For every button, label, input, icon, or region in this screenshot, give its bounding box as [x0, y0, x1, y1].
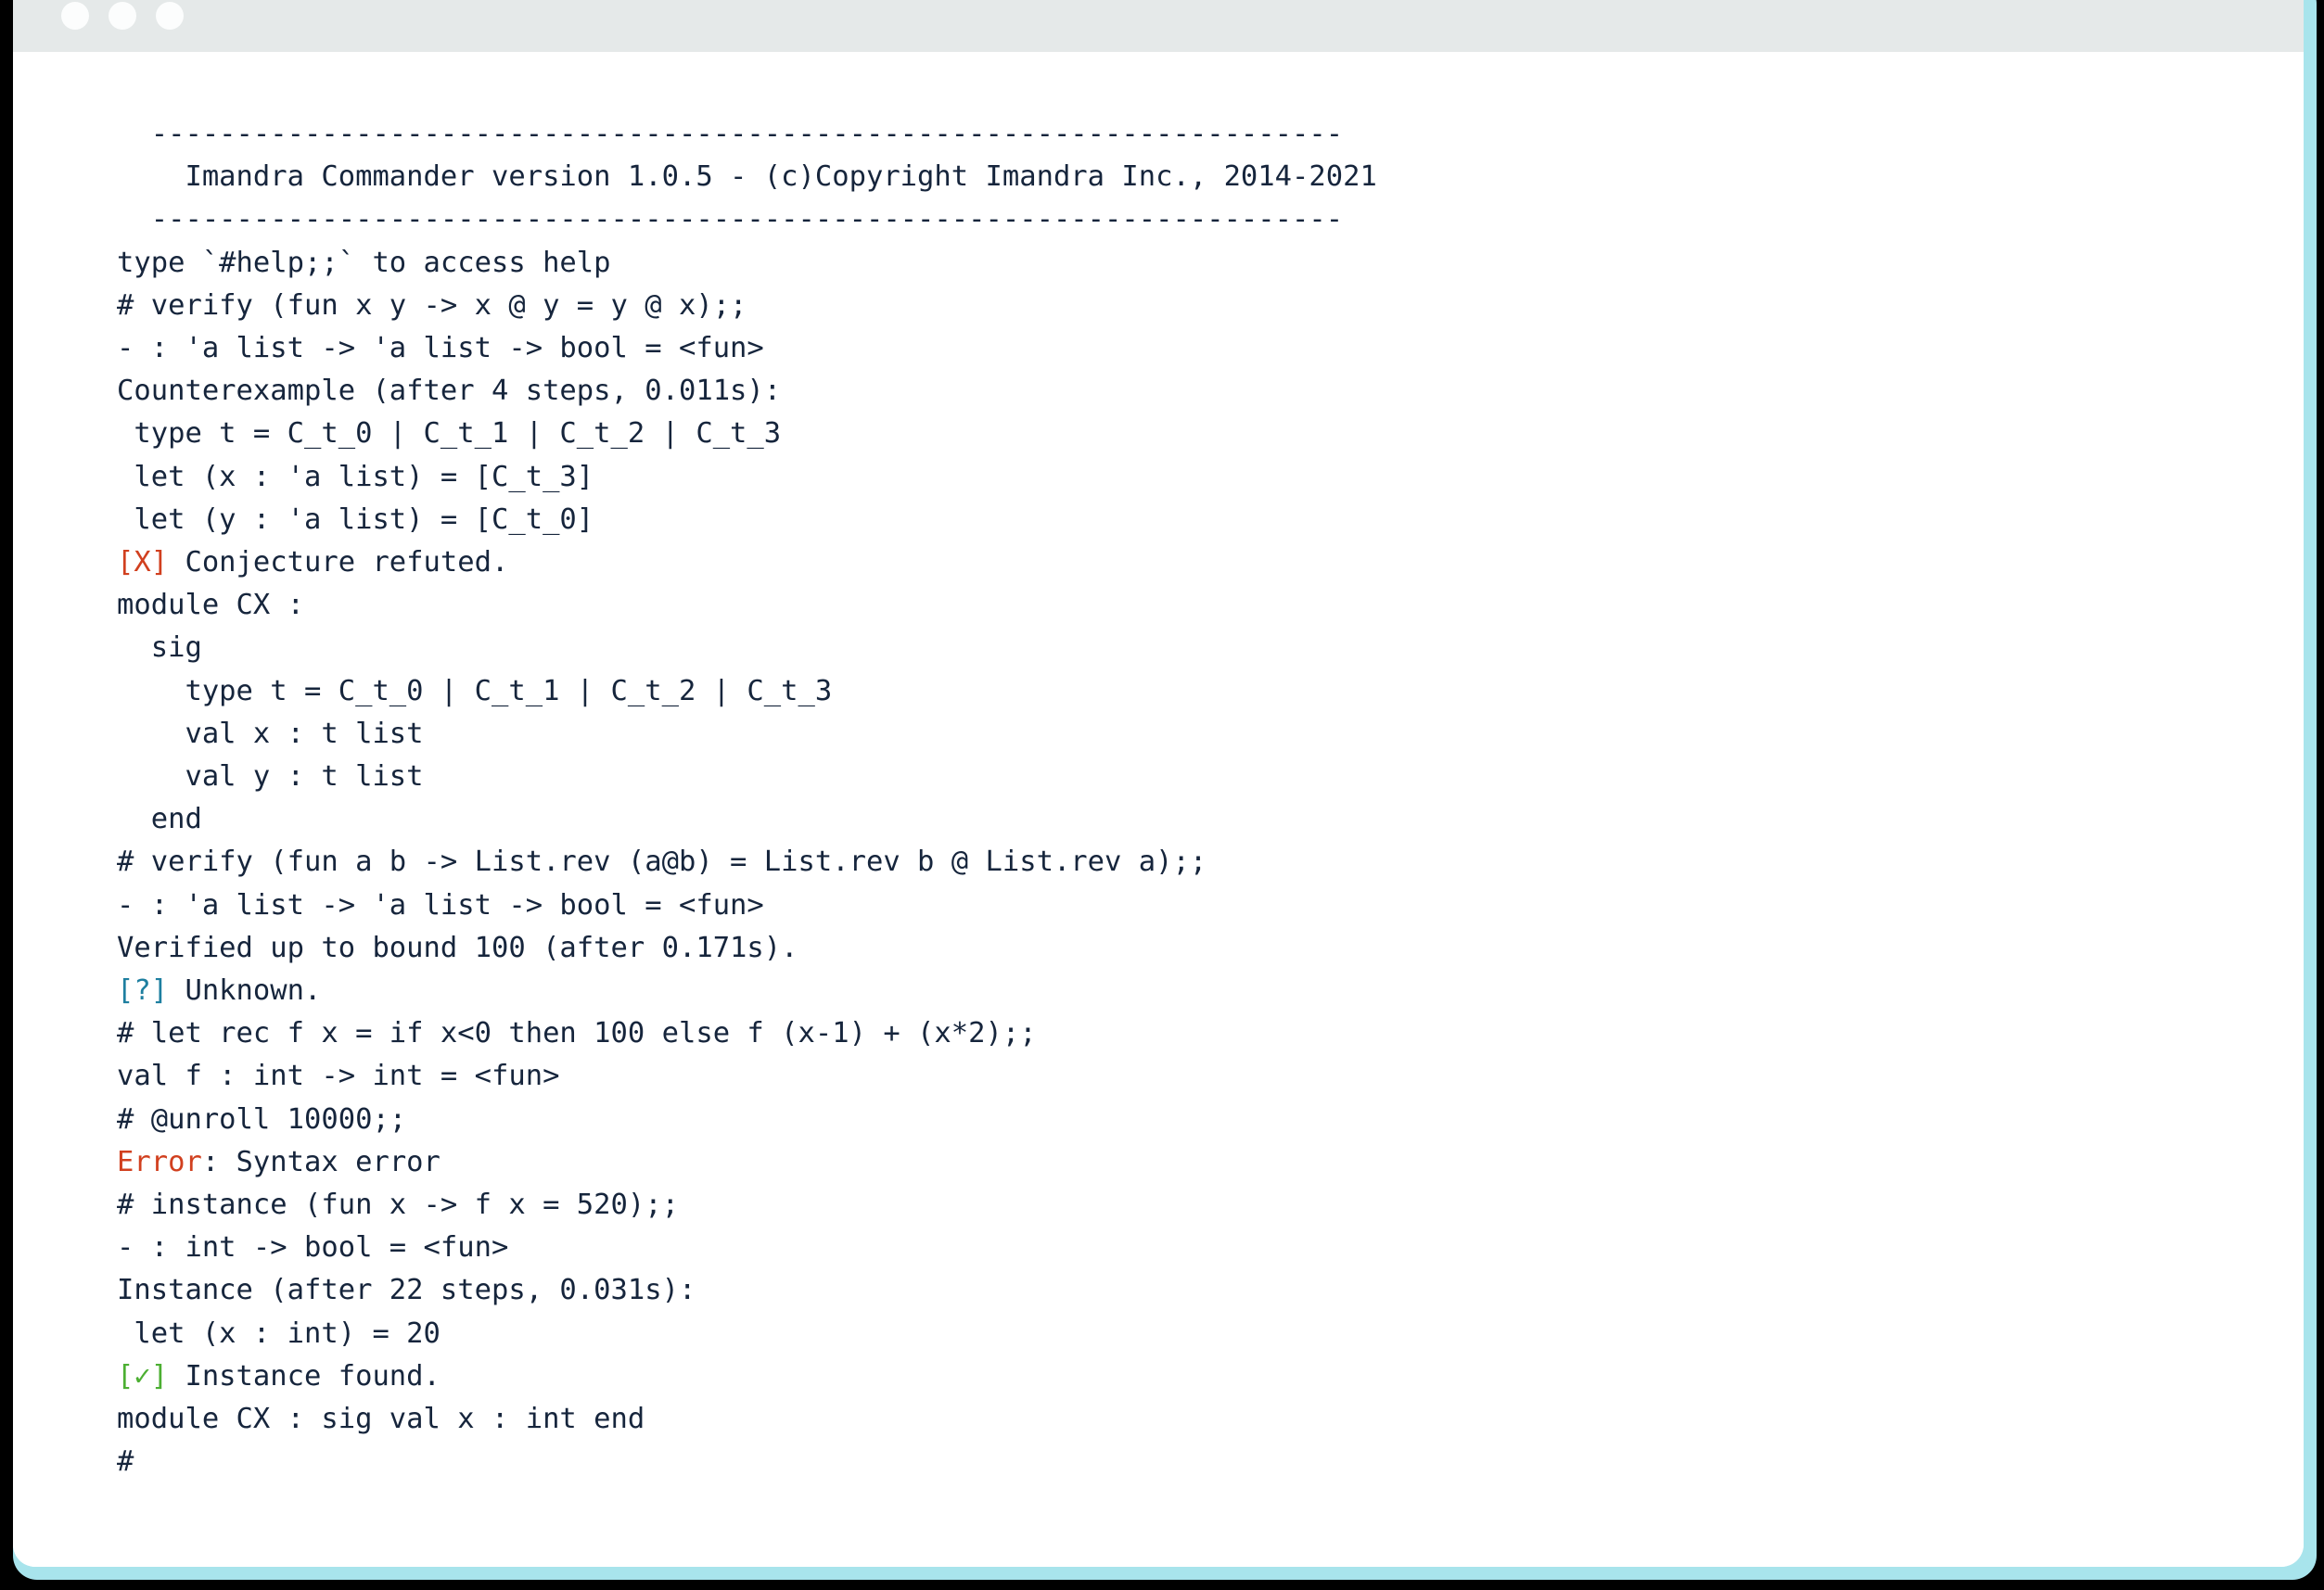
terminal-line-cx-let-x: let (x : 'a list) = [C_t_3]	[117, 460, 594, 493]
terminal-line-rule-top: ----------------------------------------…	[117, 118, 1344, 150]
terminal-line-cx-let-y: let (y : 'a list) = [C_t_0]	[117, 502, 594, 536]
terminal-line-sig-open: sig	[117, 631, 202, 665]
terminal-line-cx-type-t: type t = C_t_0 | C_t_1 | C_t_2 | C_t_3	[117, 417, 782, 451]
terminal-line-cmd-let-rec-f: # let rec f x = if x<0 then 100 else f (…	[117, 1017, 1037, 1050]
close-dot-icon[interactable]	[61, 2, 89, 30]
terminal-line-help-hint: type `#help;;` to access help	[117, 246, 611, 279]
terminal-line-sig-val-y: val y : t list	[117, 760, 424, 794]
terminal-line-module-cx-open: module CX :	[117, 589, 304, 622]
terminal-line-sig-val-x: val x : t list	[117, 717, 424, 750]
terminal-line-sig-type-t: type t = C_t_0 | C_t_1 | C_t_2 | C_t_3	[117, 674, 833, 707]
terminal-line-prompt: #	[117, 1445, 134, 1479]
status-marker-status-refuted: [X]	[117, 546, 169, 579]
terminal-line-cmd-verify-rev: # verify (fun a b -> List.rev (a@b) = Li…	[117, 846, 1207, 879]
terminal-line-type-verify-rev: - : 'a list -> 'a list -> bool = <fun>	[117, 888, 764, 922]
terminal-line-instance-let-x: let (x : int) = 20	[117, 1317, 441, 1350]
status-text-status-instance-found: Instance found.	[168, 1359, 441, 1393]
terminal-line-type-instance: - : int -> bool = <fun>	[117, 1231, 509, 1265]
minimize-dot-icon[interactable]	[109, 2, 136, 30]
status-marker-status-instance-found: [✓]	[117, 1359, 169, 1393]
terminal-line-module-cx-inline: module CX : sig val x : int end	[117, 1403, 645, 1436]
error-message-error-syntax: : Syntax error	[201, 1145, 441, 1178]
page-background: ----------------------------------------…	[0, 0, 2324, 1590]
terminal-line-val-f-type: val f : int -> int = <fun>	[117, 1060, 560, 1093]
status-text-status-unknown: Unknown.	[168, 974, 322, 1008]
window-titlebar	[13, 0, 2304, 52]
error-keyword-error-syntax: Error	[117, 1145, 202, 1178]
terminal-line-sig-end: end	[117, 803, 202, 836]
terminal-window: ----------------------------------------…	[13, 0, 2304, 1567]
terminal-line-error-syntax: Error: Syntax error	[117, 1141, 2304, 1184]
terminal-line-cmd-verify-append: # verify (fun x y -> x @ y = y @ x);;	[117, 288, 747, 322]
terminal-output[interactable]: ----------------------------------------…	[13, 52, 2304, 1567]
terminal-line-status-instance-found: [✓] Instance found.	[117, 1355, 2304, 1398]
terminal-line-status-unknown: [?] Unknown.	[117, 970, 2304, 1012]
terminal-line-rule-bottom: ----------------------------------------…	[117, 203, 1344, 236]
terminal-line-cmd-unroll: # @unroll 10000;;	[117, 1102, 407, 1136]
terminal-line-banner: Imandra Commander version 1.0.5 - (c)Cop…	[117, 160, 1377, 194]
terminal-line-cmd-instance: # instance (fun x -> f x = 520);;	[117, 1189, 679, 1222]
status-text-status-refuted: Conjecture refuted.	[168, 546, 509, 579]
maximize-dot-icon[interactable]	[156, 2, 184, 30]
terminal-line-type-verify-append: - : 'a list -> 'a list -> bool = <fun>	[117, 332, 764, 365]
terminal-line-instance-header: Instance (after 22 steps, 0.031s):	[117, 1274, 696, 1307]
terminal-line-status-refuted: [X] Conjecture refuted.	[117, 541, 2304, 584]
terminal-line-counterexample-header: Counterexample (after 4 steps, 0.011s):	[117, 375, 782, 408]
status-marker-status-unknown: [?]	[117, 974, 169, 1008]
terminal-line-verified-bound: Verified up to bound 100 (after 0.171s).	[117, 931, 798, 964]
